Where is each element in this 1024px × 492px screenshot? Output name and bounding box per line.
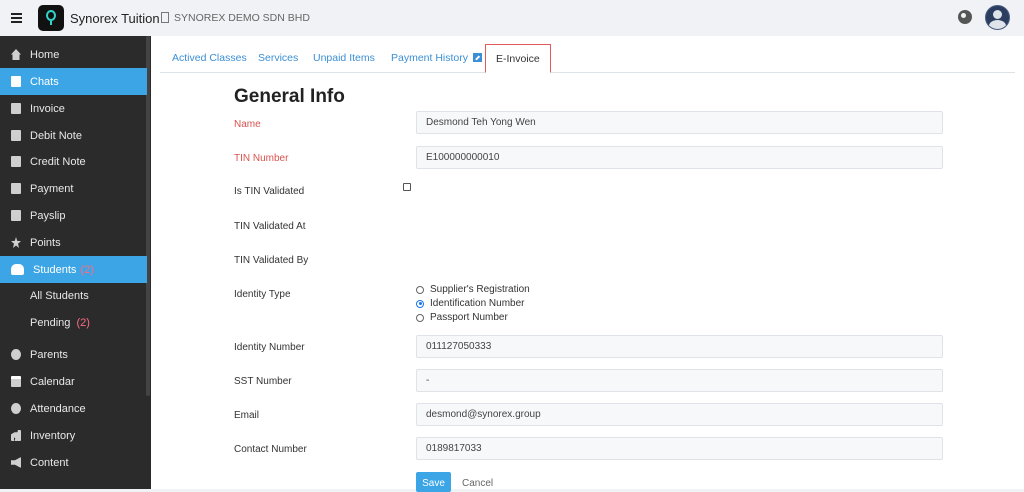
radio-button[interactable] [416, 285, 424, 294]
logo-bulb-icon [46, 10, 56, 21]
document-icon [11, 183, 21, 194]
tab-services[interactable]: Services [258, 52, 298, 64]
sidebar-item-content[interactable]: Content [0, 449, 147, 476]
identity-number-field[interactable] [416, 335, 943, 358]
radio-button[interactable] [416, 313, 424, 322]
avatar[interactable] [985, 5, 1010, 30]
document-icon [11, 103, 21, 114]
email-field[interactable] [416, 403, 943, 426]
contact-number-label: Contact Number [234, 444, 307, 455]
tin-label: TIN Number [234, 153, 289, 164]
sidebar: Home Chats Invoice Debit Note Credit Not… [0, 36, 151, 489]
sst-number-field[interactable] [416, 369, 943, 392]
users-icon [11, 264, 24, 275]
sidebar-item-calendar[interactable]: Calendar [0, 368, 147, 395]
user-circle-icon [11, 349, 21, 360]
document-icon [11, 76, 21, 87]
tab-actived-classes[interactable]: Actived Classes [172, 52, 247, 64]
page-title: General Info [234, 86, 345, 107]
email-label: Email [234, 410, 260, 421]
boxes-icon [11, 430, 21, 441]
building-icon [161, 12, 169, 23]
sidebar-subitem-all-students[interactable]: All Students [30, 290, 89, 302]
sidebar-item-home[interactable]: Home [0, 41, 147, 68]
identity-option-identification[interactable]: Identification Number [416, 298, 525, 309]
document-icon [11, 130, 21, 141]
cancel-button[interactable]: Cancel [462, 478, 493, 489]
tab-unpaid-items[interactable]: Unpaid Items [313, 52, 375, 64]
sidebar-item-debit-note[interactable]: Debit Note [0, 122, 147, 149]
identity-type-label: Identity Type [234, 289, 291, 300]
sidebar-item-points[interactable]: Points [0, 229, 147, 256]
sidebar-item-chats[interactable]: Chats [0, 68, 147, 95]
save-button[interactable]: Save [416, 472, 451, 492]
identity-option-supplier[interactable]: Supplier's Registration [416, 284, 530, 295]
document-icon [11, 156, 21, 167]
megaphone-icon [11, 457, 21, 468]
top-bar: Synorex Tuition SYNOREX DEMO SDN BHD [0, 0, 1024, 36]
calendar-icon [11, 376, 21, 387]
sidebar-item-payslip[interactable]: Payslip [0, 202, 147, 229]
tab-payment-history[interactable]: Payment History [391, 52, 483, 64]
company-name[interactable]: SYNOREX DEMO SDN BHD [174, 12, 310, 24]
sst-number-label: SST Number [234, 376, 292, 387]
tin-validated-at-label: TIN Validated At [234, 221, 306, 232]
app-logo[interactable] [38, 5, 64, 31]
pending-count-badge: (2) [76, 317, 90, 329]
sidebar-item-inventory[interactable]: Inventory [0, 422, 147, 449]
tin-validated-label: Is TIN Validated [234, 186, 305, 197]
clock-icon [11, 403, 21, 414]
tab-bar: Actived Classes Services Unpaid Items Pa… [160, 44, 1015, 73]
identity-option-passport[interactable]: Passport Number [416, 312, 508, 323]
sidebar-item-invoice[interactable]: Invoice [0, 95, 147, 122]
name-field[interactable] [416, 111, 943, 134]
sidebar-item-credit-note[interactable]: Credit Note [0, 148, 147, 175]
tin-field[interactable] [416, 146, 943, 169]
main-content: Actived Classes Services Unpaid Items Pa… [151, 36, 1024, 492]
sidebar-subitem-pending[interactable]: Pending (2) [30, 317, 90, 329]
radio-button-checked[interactable] [416, 299, 424, 308]
external-link-icon [473, 53, 483, 62]
tab-e-invoice[interactable]: E-Invoice [485, 44, 551, 73]
home-icon [11, 49, 21, 60]
name-label: Name [234, 119, 261, 130]
contact-number-field[interactable] [416, 437, 943, 460]
identity-number-label: Identity Number [234, 342, 305, 353]
star-icon [11, 237, 21, 248]
menu-icon[interactable] [11, 13, 22, 23]
tin-validated-checkbox[interactable] [403, 183, 411, 191]
students-count-badge: (2) [80, 263, 94, 276]
sidebar-item-students[interactable]: Students (2) [0, 256, 147, 283]
document-icon [11, 210, 21, 221]
sidebar-item-payment[interactable]: Payment [0, 175, 147, 202]
tin-validated-by-label: TIN Validated By [234, 255, 309, 266]
sidebar-item-attendance[interactable]: Attendance [0, 395, 147, 422]
sidebar-item-parents[interactable]: Parents [0, 341, 147, 368]
globe-icon[interactable] [958, 10, 972, 24]
app-title: Synorex Tuition [70, 11, 160, 26]
